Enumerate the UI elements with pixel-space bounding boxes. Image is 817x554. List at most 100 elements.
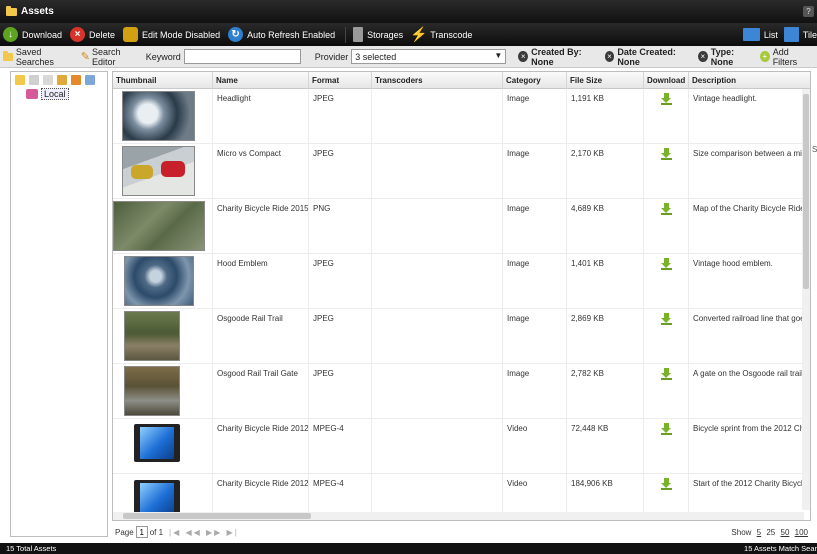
tile-icon [783, 27, 799, 42]
keyword-input[interactable] [183, 49, 301, 64]
transcoders-cell [372, 144, 503, 199]
description-cell: A gate on the Osgoode rail trail the l [693, 369, 804, 378]
new-folder-icon[interactable] [15, 75, 25, 85]
description-cell: Size comparison between a microca [693, 149, 804, 158]
page-size-option[interactable]: 50 [781, 528, 790, 537]
vertical-scrollbar[interactable] [802, 89, 810, 510]
date-created-filter[interactable]: × Date Created: None [604, 46, 692, 67]
download-cell [644, 309, 689, 364]
download-label: Download [22, 29, 63, 40]
name-cell: Osgood Rail Trail Gate [213, 364, 309, 419]
file-size-cell: 1,401 KB [567, 254, 644, 309]
provider-label: Provider [314, 51, 349, 62]
list-view-button[interactable]: List [742, 28, 778, 41]
format-cell: JPEG [309, 254, 372, 309]
transcode-button[interactable]: ⚡ Transcode [409, 26, 472, 42]
provider-select[interactable]: 3 selected ▼ [351, 49, 507, 64]
storages-button[interactable]: Storages [353, 27, 403, 42]
tree-toolbar [11, 72, 107, 85]
table-row[interactable]: Headlight JPEG Image 1,191 KB Vintage he… [113, 89, 804, 144]
toolbar-divider [345, 26, 347, 43]
horizontal-scrollbar[interactable] [113, 512, 804, 520]
table-row[interactable]: Hood Emblem JPEG Image 1,401 KB Vintage … [113, 254, 804, 309]
download-icon[interactable] [661, 368, 672, 380]
folder-icon [3, 50, 13, 61]
download-icon[interactable] [661, 258, 672, 270]
column-header-format[interactable]: Format [309, 72, 372, 89]
transcoders-cell [372, 419, 503, 474]
download-icon[interactable] [661, 478, 672, 490]
column-header-description[interactable]: Description [689, 72, 810, 89]
type-filter[interactable]: × Type: None [697, 47, 754, 67]
column-header-thumbnail[interactable]: Thumbnail [113, 72, 213, 89]
column-header-transcoders[interactable]: Transcoders [372, 72, 503, 89]
category-cell: Image [503, 309, 567, 364]
table-row[interactable]: Osgood Rail Trail Gate JPEG Image 2,782 … [113, 364, 804, 419]
red-car-shape [161, 161, 185, 177]
format-cell: JPEG [309, 89, 372, 144]
help-button[interactable]: ? [803, 6, 814, 17]
download-icon[interactable] [661, 423, 672, 435]
scrollbar-thumb[interactable] [123, 513, 311, 519]
provider-filter: Provider 3 selected ▼ [315, 49, 507, 64]
download-icon[interactable] [661, 93, 672, 105]
search-editor-button[interactable]: ✎ Search Editor [81, 47, 140, 67]
page-size-option[interactable]: 5 [757, 528, 761, 537]
copy-folder-icon[interactable] [43, 75, 53, 85]
format-cell: MPEG-4 [309, 419, 372, 474]
download-cell [644, 89, 689, 144]
tree-node-local[interactable]: Local [26, 88, 107, 100]
column-header-category[interactable]: Category [503, 72, 567, 89]
remove-icon: × [697, 51, 708, 62]
description-cell: Converted railroad line that goes fro [693, 314, 804, 323]
thumbnail-cell [113, 364, 213, 419]
page-number-input[interactable] [135, 526, 148, 538]
folder-icon [6, 5, 17, 16]
add-filters-button[interactable]: + Add Filters [759, 47, 811, 67]
delete-button[interactable]: × Delete [70, 27, 115, 42]
grid-header: Thumbnail Name Format Transcoders Catego… [113, 72, 810, 89]
page-size-option[interactable]: 100 [795, 528, 808, 537]
column-header-download[interactable]: Download [644, 72, 689, 89]
column-header-file-size[interactable]: File Size [567, 72, 644, 89]
created-by-filter[interactable]: × Created By: None [518, 47, 598, 67]
delete-label: Delete [89, 29, 116, 40]
edit-mode-toggle[interactable]: Edit Mode Disabled [123, 27, 220, 42]
download-button[interactable]: ↓ Download [3, 27, 62, 42]
date-created-label: Date Created: None [617, 46, 676, 67]
description-cell: Vintage headlight. [693, 94, 757, 103]
transcoders-cell [372, 254, 503, 309]
table-row[interactable]: Micro vs Compact JPEG Image 2,170 KB Siz… [113, 144, 804, 199]
saved-searches-button[interactable]: Saved Searches [3, 47, 75, 67]
storage-icon [26, 89, 38, 99]
video-icon [134, 424, 180, 462]
match-count-label: 15 Assets Match Sear [744, 544, 817, 553]
tile-view-button[interactable]: Tile [783, 27, 817, 42]
transcoders-cell [372, 364, 503, 419]
table-row[interactable]: Charity Bicycle Ride 2015 ... PNG Image … [113, 199, 804, 254]
download-icon[interactable] [661, 203, 672, 215]
download-icon: ↓ [3, 27, 18, 42]
folder-move-icon[interactable] [85, 75, 95, 85]
thumbnail-cell [113, 199, 213, 254]
page-size-option[interactable]: 25 [766, 528, 775, 537]
folder-settings-icon[interactable] [57, 75, 67, 85]
download-cell [644, 144, 689, 199]
page-nav-buttons[interactable]: |◀ ◀◀ ▶▶ ▶| [169, 528, 239, 537]
table-row[interactable]: Charity Bicycle Ride 2012 ... MPEG-4 Vid… [113, 419, 804, 474]
saved-searches-label: Saved Searches [15, 46, 54, 67]
name-cell: Micro vs Compact [213, 144, 309, 199]
download-icon[interactable] [661, 313, 672, 325]
download-icon[interactable] [661, 148, 672, 160]
name-cell: Osgoode Rail Trail [213, 309, 309, 364]
file-size-cell: 2,170 KB [567, 144, 644, 199]
page-size-selector: Show 5 25 50 100 [731, 528, 808, 537]
edit-folder-icon[interactable] [29, 75, 39, 85]
auto-refresh-toggle[interactable]: ↻ Auto Refresh Enabled [228, 27, 335, 42]
column-header-name[interactable]: Name [213, 72, 309, 89]
lightning-icon: ⚡ [409, 26, 428, 42]
folder-export-icon[interactable] [71, 75, 81, 85]
scrollbar-thumb[interactable] [803, 94, 809, 289]
table-row[interactable]: Osgoode Rail Trail JPEG Image 2,869 KB C… [113, 309, 804, 364]
thumbnail-cell [113, 144, 213, 199]
